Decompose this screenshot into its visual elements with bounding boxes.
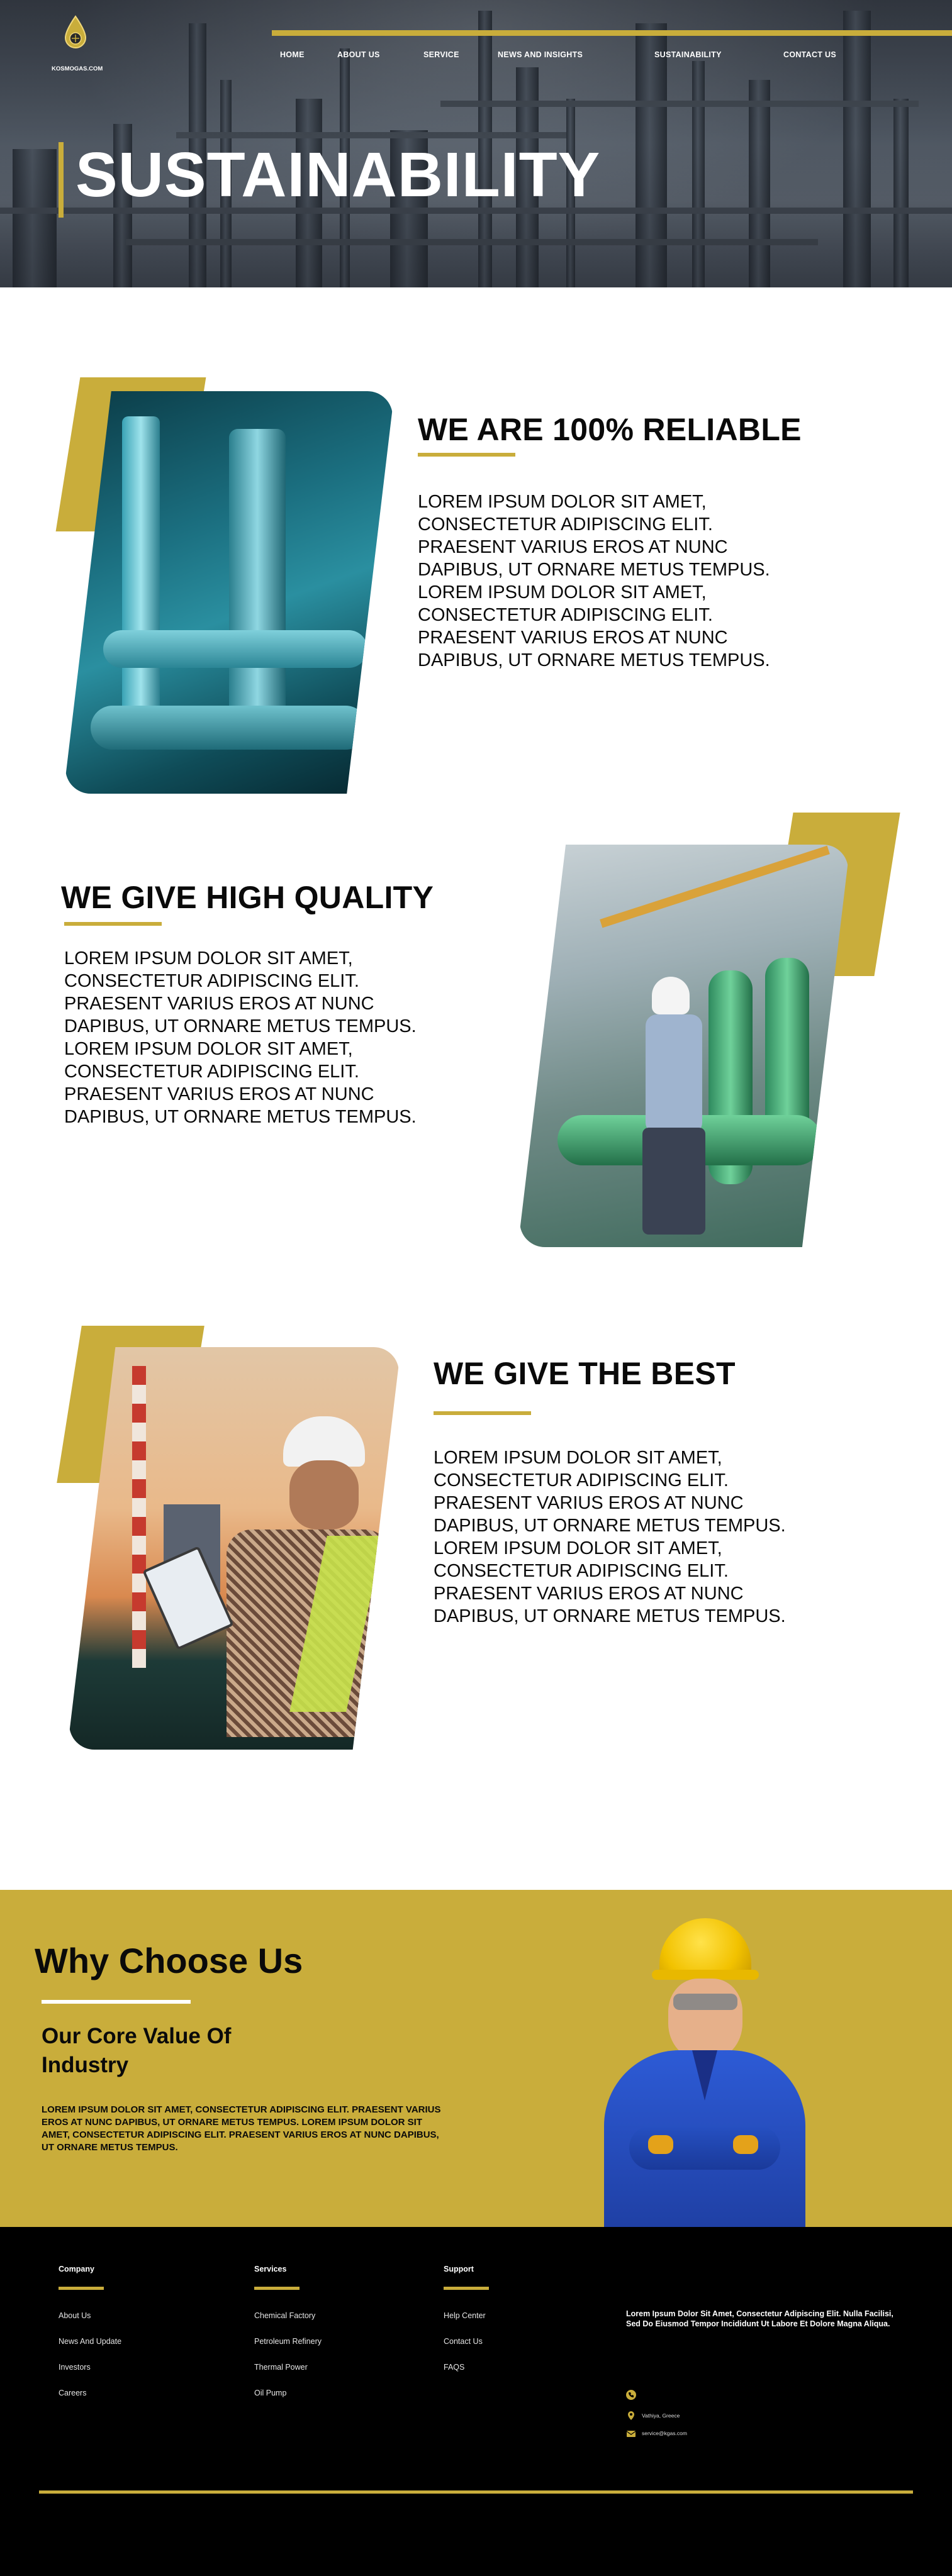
footer-link-thermal-power[interactable]: Thermal Power xyxy=(254,2363,308,2372)
footer-link-help-center[interactable]: Help Center xyxy=(444,2311,486,2320)
section-title: WE GIVE HIGH QUALITY xyxy=(61,880,434,915)
logo-drop-icon xyxy=(64,15,87,48)
nav-about-us[interactable]: ABOUT US xyxy=(337,50,380,59)
section-title-underline xyxy=(418,453,515,457)
engineer-tablet-photo xyxy=(69,1347,399,1750)
footer-link-oil-pump[interactable]: Oil Pump xyxy=(254,2389,286,2397)
section-title: WE GIVE THE BEST xyxy=(434,1356,736,1391)
section-title: WE ARE 100% RELIABLE xyxy=(418,412,802,447)
why-text: LOREM IPSUM DOLOR SIT AMET, CONSECTETUR … xyxy=(42,2104,441,2153)
footer-heading-underline xyxy=(254,2287,300,2290)
footer-link-careers[interactable]: Careers xyxy=(59,2389,86,2397)
nav-news-and-insights[interactable]: NEWS AND INSIGHTS xyxy=(498,50,583,59)
footer-link-contact-us[interactable]: Contact Us xyxy=(444,2337,483,2346)
logo-text: KOSMOGAS.COM xyxy=(52,65,103,72)
footer-heading-underline xyxy=(444,2287,489,2290)
plant-engineer-photo xyxy=(520,845,848,1247)
why-title-underline xyxy=(42,2000,191,2004)
nav-contact-us[interactable]: CONTACT US xyxy=(783,50,836,59)
footer-heading-services: Services xyxy=(254,2265,287,2273)
footer-link-news-and-update[interactable]: News And Update xyxy=(59,2337,121,2346)
footer-link-about-us[interactable]: About Us xyxy=(59,2311,91,2320)
location-pin-icon xyxy=(628,2411,634,2420)
brand-logo[interactable]: KOSMOGAS.COM xyxy=(52,15,103,78)
nav-accent-line xyxy=(272,30,952,36)
section-text: LOREM IPSUM DOLOR SIT AMET, CONSECTETUR … xyxy=(64,948,417,1127)
worker-photo xyxy=(604,1918,805,2227)
footer-bottom-line xyxy=(39,2490,913,2494)
why-choose-us-section: Why Choose Us Our Core Value Of Industry… xyxy=(0,1890,952,2227)
footer: Company About Us News And Update Investo… xyxy=(0,2227,952,2576)
footer-link-faqs[interactable]: FAQS xyxy=(444,2363,464,2372)
hero-banner: KOSMOGAS.COM HOME ABOUT US SERVICE NEWS … xyxy=(0,0,952,287)
footer-heading-support: Support xyxy=(444,2265,474,2273)
footer-link-chemical-factory[interactable]: Chemical Factory xyxy=(254,2311,315,2320)
section-text: LOREM IPSUM DOLOR SIT AMET, CONSECTETUR … xyxy=(434,1448,786,1626)
why-subtitle: Our Core Value Of Industry xyxy=(42,2024,232,2077)
nav-service[interactable]: SERVICE xyxy=(423,50,459,59)
nav-home[interactable]: HOME xyxy=(280,50,305,59)
refinery-night-photo xyxy=(65,391,393,794)
why-title: Why Choose Us xyxy=(35,1941,303,1980)
hero-title-accent xyxy=(59,142,64,218)
nav-sustainability[interactable]: SUSTAINABILITY xyxy=(654,50,722,59)
phone-icon xyxy=(626,2390,636,2400)
section-title-underline xyxy=(434,1411,531,1415)
section-text: LOREM IPSUM DOLOR SIT AMET, CONSECTETUR … xyxy=(418,492,770,670)
footer-heading-underline xyxy=(59,2287,104,2290)
footer-email[interactable]: service@kgas.com xyxy=(642,2430,687,2436)
footer-about-text: Lorem Ipsum Dolor Sit Amet, Consectetur … xyxy=(626,2309,893,2328)
footer-address: Vathiya, Greece xyxy=(642,2412,680,2419)
section-title-underline xyxy=(64,922,162,926)
page-title: SUSTAINABILITY xyxy=(76,140,601,210)
footer-heading-company: Company xyxy=(59,2265,94,2273)
footer-link-petroleum-refinery[interactable]: Petroleum Refinery xyxy=(254,2337,322,2346)
footer-link-investors[interactable]: Investors xyxy=(59,2363,91,2372)
email-icon xyxy=(626,2431,636,2437)
